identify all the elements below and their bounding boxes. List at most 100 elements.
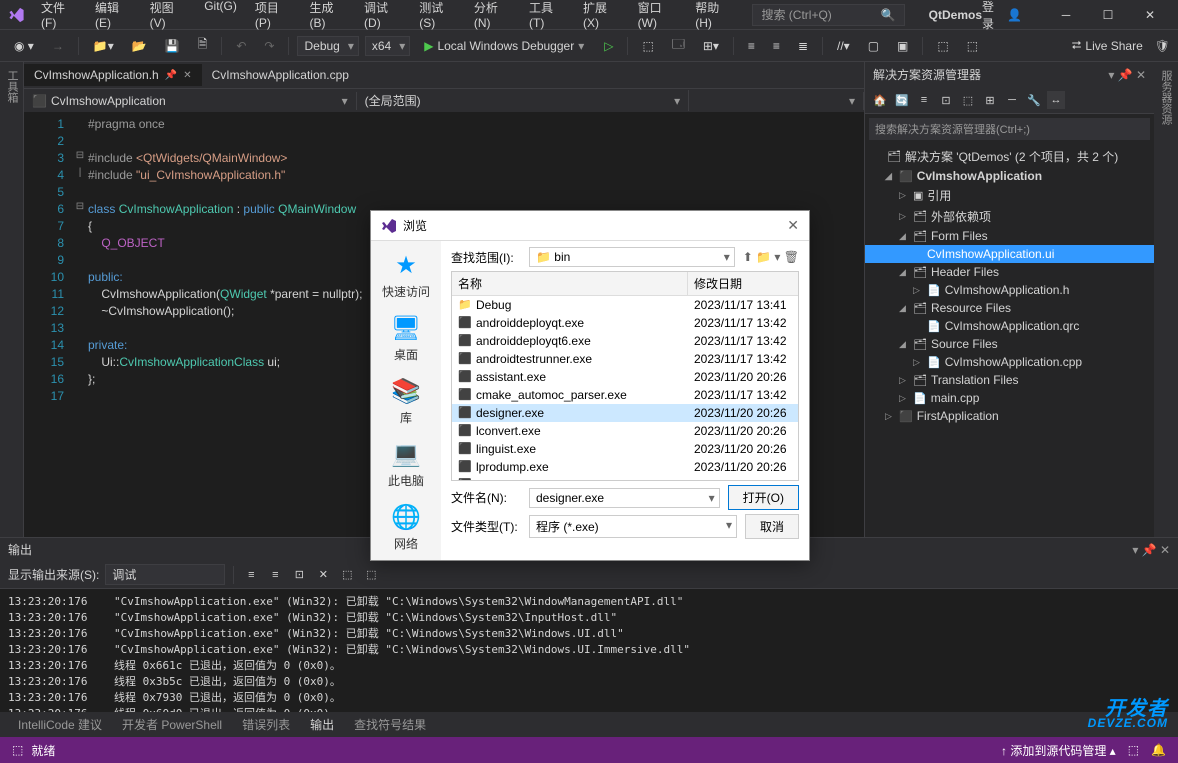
menu-extensions[interactable]: 扩展(X) <box>575 0 628 34</box>
file-row[interactable]: ⬛designer.exe2023/11/20 20:26 <box>452 404 798 422</box>
tb-icon-11[interactable]: ⬚ <box>961 36 984 56</box>
redo-icon[interactable]: ↷ <box>258 36 280 56</box>
solution-tree[interactable]: 🗂 解决方案 'QtDemos' (2 个项目，共 2 个) ◢⬛ CvImsh… <box>865 144 1154 574</box>
place-lib[interactable]: 📚库 <box>390 375 422 426</box>
start-nodebug-icon[interactable]: ▷ <box>598 36 619 56</box>
user-icon[interactable]: 👤 <box>1007 8 1022 22</box>
file-row[interactable]: 📁Debug2023/11/17 13:41 <box>452 296 798 314</box>
menu-build[interactable]: 生成(B) <box>301 0 354 34</box>
wrench-icon[interactable]: 🔧 <box>1025 91 1043 109</box>
undo-icon[interactable]: ↶ <box>230 36 252 56</box>
open-icon[interactable]: 📂 <box>126 36 153 56</box>
sync-icon[interactable]: 🔄 <box>893 91 911 109</box>
out-tool-icon[interactable]: ⊡ <box>290 566 308 584</box>
menu-edit[interactable]: 编辑(E) <box>87 0 140 34</box>
file-row[interactable]: ⬛androiddeployqt6.exe2023/11/17 13:42 <box>452 332 798 350</box>
file-row[interactable]: ⬛androidtestrunner.exe2023/11/17 13:42 <box>452 350 798 368</box>
add-source-control[interactable]: ↑ 添加到源代码管理 ▴ <box>1001 742 1116 759</box>
config-combo[interactable]: Debug <box>297 36 358 56</box>
output-text[interactable]: 13:23:20:176 "CvImshowApplication.exe" (… <box>0 589 1178 712</box>
place-quick[interactable]: ★快速访问 <box>382 249 430 300</box>
place-net[interactable]: 🌐网络 <box>390 501 422 552</box>
out-tool-icon[interactable]: ✕ <box>314 566 332 584</box>
menu-analyze[interactable]: 分析(N) <box>466 0 519 34</box>
nav-member-combo[interactable]: (全局范围)▾ <box>357 90 690 111</box>
login-button[interactable]: 登录 <box>982 0 995 32</box>
cancel-button[interactable]: 取消 <box>745 514 799 539</box>
tb-icon-5[interactable]: ≡ <box>767 36 786 56</box>
menu-debug[interactable]: 调试(D) <box>356 0 409 34</box>
toolbox-tab[interactable]: 工具箱 <box>0 62 24 111</box>
tb-icon-9[interactable]: ▣ <box>891 36 914 56</box>
new-project-icon[interactable]: 📁▾ <box>87 36 120 56</box>
tool-icon[interactable]: ≡ <box>915 91 933 109</box>
start-debug-button[interactable]: ▶ Local Windows Debugger ▾ <box>416 37 592 55</box>
file-row[interactable]: ⬛lconvert.exe2023/11/20 20:26 <box>452 422 798 440</box>
nav-back-icon[interactable]: ◉ ▾ <box>8 36 40 56</box>
nav-icons[interactable]: ⬆ 📁 ▾ 🗑 <box>743 250 799 264</box>
open-button[interactable]: 打开(O) <box>728 485 799 510</box>
tb-icon-3[interactable]: ⊞▾ <box>697 36 725 56</box>
tool-icon[interactable]: ⊞ <box>981 91 999 109</box>
file-row[interactable]: ⬛cmake_automoc_parser.exe2023/11/17 13:4… <box>452 386 798 404</box>
tool-icon[interactable]: ↔ <box>1047 91 1065 109</box>
file-list[interactable]: 名称修改日期 📁Debug2023/11/17 13:41⬛androiddep… <box>451 271 799 481</box>
file-row[interactable]: ⬛androiddeployqt.exe2023/11/17 13:42 <box>452 314 798 332</box>
tab-cvimshow-cpp[interactable]: CvImshowApplication.cpp <box>202 64 359 86</box>
save-icon[interactable]: 💾 <box>159 36 186 56</box>
nav-scope-combo[interactable]: ⬛CvImshowApplication▾ <box>24 92 357 110</box>
out-tool-icon[interactable]: ≡ <box>266 566 284 584</box>
tb-icon-7[interactable]: //▾ <box>831 36 856 56</box>
tool-icon[interactable]: ─ <box>1003 91 1021 109</box>
menu-file[interactable]: 文件(F) <box>33 0 85 34</box>
notifications-icon[interactable]: 🔔 <box>1151 743 1166 757</box>
nav-fwd-icon[interactable]: → <box>46 36 70 56</box>
output-source-combo[interactable]: 调试 <box>105 564 225 585</box>
out-tool-icon[interactable]: ≡ <box>242 566 260 584</box>
minimize-button[interactable]: ─ <box>1046 1 1086 29</box>
place-desktop[interactable]: 🖥桌面 <box>390 312 422 363</box>
panel-dropdown-icon[interactable]: ▾ 📌 ✕ <box>1108 68 1146 82</box>
file-row[interactable]: ⬛lprodump.exe2023/11/20 20:26 <box>452 458 798 476</box>
btab-powershell[interactable]: 开发者 PowerShell <box>112 712 232 737</box>
menu-view[interactable]: 视图(V) <box>142 0 195 34</box>
btab-output[interactable]: 输出 <box>300 712 344 737</box>
filetype-combo[interactable]: 程序 (*.exe) <box>529 515 737 538</box>
file-row[interactable]: ⬛assistant.exe2023/11/20 20:26 <box>452 368 798 386</box>
file-row[interactable]: ⬛linguist.exe2023/11/20 20:26 <box>452 440 798 458</box>
tb-icon-4[interactable]: ≡ <box>742 36 761 56</box>
tb-icon-10[interactable]: ⬚ <box>931 36 954 56</box>
filename-input[interactable]: designer.exe <box>529 488 720 508</box>
menu-git[interactable]: Git(G) <box>196 0 245 34</box>
live-share-button[interactable]: ⮂ Live Share 🛡 <box>1072 38 1170 53</box>
tool-icon[interactable]: ⊡ <box>937 91 955 109</box>
dialog-close-icon[interactable]: ✕ <box>787 217 799 234</box>
btab-intellicode[interactable]: IntelliCode 建议 <box>8 712 112 737</box>
menu-help[interactable]: 帮助(H) <box>687 0 740 34</box>
menu-test[interactable]: 测试(S) <box>411 0 464 34</box>
tab-cvimshow-h[interactable]: CvImshowApplication.h 📌 ✕ <box>24 64 202 86</box>
solution-search[interactable]: 搜索解决方案资源管理器(Ctrl+;) <box>869 118 1150 140</box>
maximize-button[interactable]: ☐ <box>1088 1 1128 29</box>
menu-project[interactable]: 项目(P) <box>247 0 300 34</box>
place-pc[interactable]: 💻此电脑 <box>388 438 424 489</box>
menu-tools[interactable]: 工具(T) <box>521 0 573 34</box>
nav-empty-combo[interactable]: ▾ <box>689 92 864 110</box>
tb-icon-6[interactable]: ≣ <box>792 36 814 56</box>
out-tool-icon[interactable]: ⬚ <box>338 566 356 584</box>
platform-combo[interactable]: x64 <box>365 36 410 56</box>
lookin-combo[interactable]: 📁 bin <box>529 247 735 267</box>
btab-errors[interactable]: 错误列表 <box>232 712 300 737</box>
tb-icon-2[interactable]: 🗔 <box>666 32 691 59</box>
save-all-icon[interactable]: 🗎 <box>192 32 214 59</box>
btab-find[interactable]: 查找符号结果 <box>344 712 436 737</box>
menu-window[interactable]: 窗口(W) <box>630 0 686 34</box>
tb-icon-8[interactable]: ▢ <box>862 36 885 56</box>
home-icon[interactable]: 🏠 <box>871 91 889 109</box>
tb-icon-1[interactable]: ⬚ <box>636 36 659 56</box>
tool-icon[interactable]: ⬚ <box>959 91 977 109</box>
out-tool-icon[interactable]: ⬚ <box>362 566 380 584</box>
close-tab-icon[interactable]: ✕ <box>183 70 191 81</box>
server-tab[interactable]: 服务器资源 <box>1154 62 1178 133</box>
status-icon[interactable]: ⬚ <box>1128 743 1139 757</box>
